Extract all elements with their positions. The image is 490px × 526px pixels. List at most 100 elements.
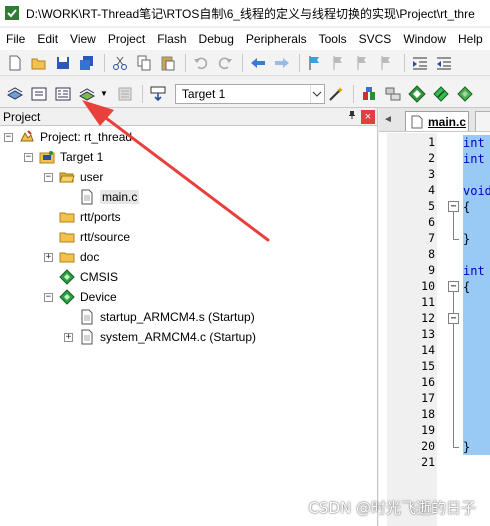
code-line[interactable] xyxy=(463,455,490,471)
menu-item-window[interactable]: Window xyxy=(397,28,452,50)
nav-forward-icon[interactable] xyxy=(271,52,293,74)
menu-item-flash[interactable]: Flash xyxy=(151,28,192,50)
code-text[interactable]: int int void{} int{} xyxy=(463,133,490,526)
code-line[interactable]: int xyxy=(463,135,490,151)
next-bookmark-icon[interactable] xyxy=(352,52,374,74)
menu-item-view[interactable]: View xyxy=(64,28,102,50)
tree-expander[interactable]: − xyxy=(4,132,13,142)
fold-toggle[interactable]: − xyxy=(448,201,459,212)
tree-expander[interactable]: − xyxy=(44,292,53,302)
menu-item-project[interactable]: Project xyxy=(102,28,151,50)
translate-icon[interactable] xyxy=(4,83,26,105)
menu-item-edit[interactable]: Edit xyxy=(31,28,64,50)
save-icon[interactable] xyxy=(52,52,74,74)
target-select-value: Target 1 xyxy=(181,86,226,101)
tree-expander[interactable]: + xyxy=(44,252,53,262)
chevron-down-icon[interactable] xyxy=(309,84,324,103)
code-line[interactable]: } xyxy=(463,231,490,247)
fold-guide xyxy=(453,212,454,239)
magic-wand-icon[interactable] xyxy=(325,83,347,105)
tab-next[interactable] xyxy=(475,111,490,131)
chevron-down-icon[interactable]: ▼ xyxy=(100,89,108,98)
folder-icon xyxy=(59,212,75,223)
prev-bookmark-icon[interactable] xyxy=(328,52,350,74)
code-line[interactable] xyxy=(463,375,490,391)
fold-toggle[interactable]: − xyxy=(448,281,459,292)
batch-build-icon[interactable] xyxy=(76,83,98,105)
target-icon xyxy=(39,151,55,164)
code-line[interactable] xyxy=(463,391,490,407)
code-line[interactable] xyxy=(463,407,490,423)
code-line[interactable]: { xyxy=(463,279,490,295)
menu-item-peripherals[interactable]: Peripherals xyxy=(240,28,313,50)
tree-expander[interactable]: − xyxy=(24,152,33,162)
tree-item[interactable]: startup_ARMCM4.s (Startup) xyxy=(64,308,255,326)
clear-bookmarks-icon[interactable] xyxy=(376,52,398,74)
code-line[interactable]: } xyxy=(463,439,490,455)
tree-item[interactable]: main.c xyxy=(64,188,140,206)
toolbar-separator xyxy=(185,53,186,72)
paste-icon[interactable] xyxy=(157,52,179,74)
tree-item[interactable]: − Project: rt_thread xyxy=(4,128,132,146)
options-icon[interactable] xyxy=(430,83,452,105)
code-line[interactable] xyxy=(463,423,490,439)
fold-toggle[interactable]: − xyxy=(448,313,459,324)
tab-main-c[interactable]: main.c xyxy=(405,111,469,131)
code-line[interactable]: int xyxy=(463,263,490,279)
tree-item[interactable]: − user xyxy=(44,168,103,186)
bookmark-icon[interactable] xyxy=(304,52,326,74)
code-line[interactable] xyxy=(463,311,490,327)
code-line[interactable] xyxy=(463,295,490,311)
code-line[interactable] xyxy=(463,215,490,231)
code-area[interactable]: 1 2 3 4 5 6 7 8 9 10 11 12 13 14 15 16 17 18 19 20 21 − − − in… xyxy=(379,133,490,526)
tree-item[interactable]: CMSIS xyxy=(44,268,118,286)
tree-item[interactable]: − Device xyxy=(44,288,117,306)
code-line[interactable]: void xyxy=(463,183,490,199)
unindent-icon[interactable] xyxy=(433,52,455,74)
menu-item-help[interactable]: Help xyxy=(452,28,489,50)
menu-item-file[interactable]: File xyxy=(0,28,31,50)
menu-item-tools[interactable]: Tools xyxy=(313,28,353,50)
code-line[interactable] xyxy=(463,359,490,375)
menu-item-svcs[interactable]: SVCS xyxy=(353,28,398,50)
open-folder-icon[interactable] xyxy=(28,52,50,74)
build-icon[interactable] xyxy=(28,83,50,105)
select-packs-icon[interactable] xyxy=(382,83,404,105)
tree-expander[interactable]: + xyxy=(64,332,73,342)
copy-icon[interactable] xyxy=(133,52,155,74)
new-file-icon[interactable] xyxy=(4,52,26,74)
indent-icon[interactable] xyxy=(409,52,431,74)
code-line[interactable]: { xyxy=(463,199,490,215)
tree-item[interactable]: − Target 1 xyxy=(24,148,103,166)
undo-icon[interactable] xyxy=(190,52,212,74)
tab-scroll-left-icon[interactable]: ◄ xyxy=(383,114,399,128)
green-diamond-icon[interactable] xyxy=(454,83,476,105)
manage-components-icon[interactable] xyxy=(358,83,380,105)
download-icon[interactable] xyxy=(147,83,169,105)
code-line[interactable] xyxy=(463,343,490,359)
tree-item[interactable]: + system_ARMCM4.c (Startup) xyxy=(64,328,256,346)
code-line[interactable]: int xyxy=(463,151,490,167)
tree-item[interactable]: + doc xyxy=(44,248,99,266)
tree-item[interactable]: rtt/source xyxy=(44,228,130,246)
close-icon[interactable]: × xyxy=(361,109,375,124)
line-number: 13 xyxy=(421,327,435,341)
rebuild-icon[interactable] xyxy=(52,83,74,105)
redo-icon[interactable] xyxy=(214,52,236,74)
code-line[interactable] xyxy=(463,247,490,263)
target-select[interactable]: Target 1 xyxy=(174,83,325,104)
code-line[interactable] xyxy=(463,167,490,183)
fold-guide xyxy=(453,292,454,313)
menu-item-debug[interactable]: Debug xyxy=(193,28,240,50)
pin-icon[interactable] xyxy=(345,110,359,123)
tree-expander[interactable]: − xyxy=(44,172,53,182)
pack-installer-icon[interactable] xyxy=(406,83,428,105)
nav-back-icon[interactable] xyxy=(247,52,269,74)
green-diamond-icon xyxy=(59,269,75,285)
save-all-icon[interactable] xyxy=(76,52,98,74)
code-line[interactable] xyxy=(463,327,490,343)
stop-build-icon[interactable] xyxy=(114,83,136,105)
fold-column: − − − xyxy=(448,133,461,526)
cut-icon[interactable] xyxy=(109,52,131,74)
tree-item[interactable]: rtt/ports xyxy=(44,208,121,226)
